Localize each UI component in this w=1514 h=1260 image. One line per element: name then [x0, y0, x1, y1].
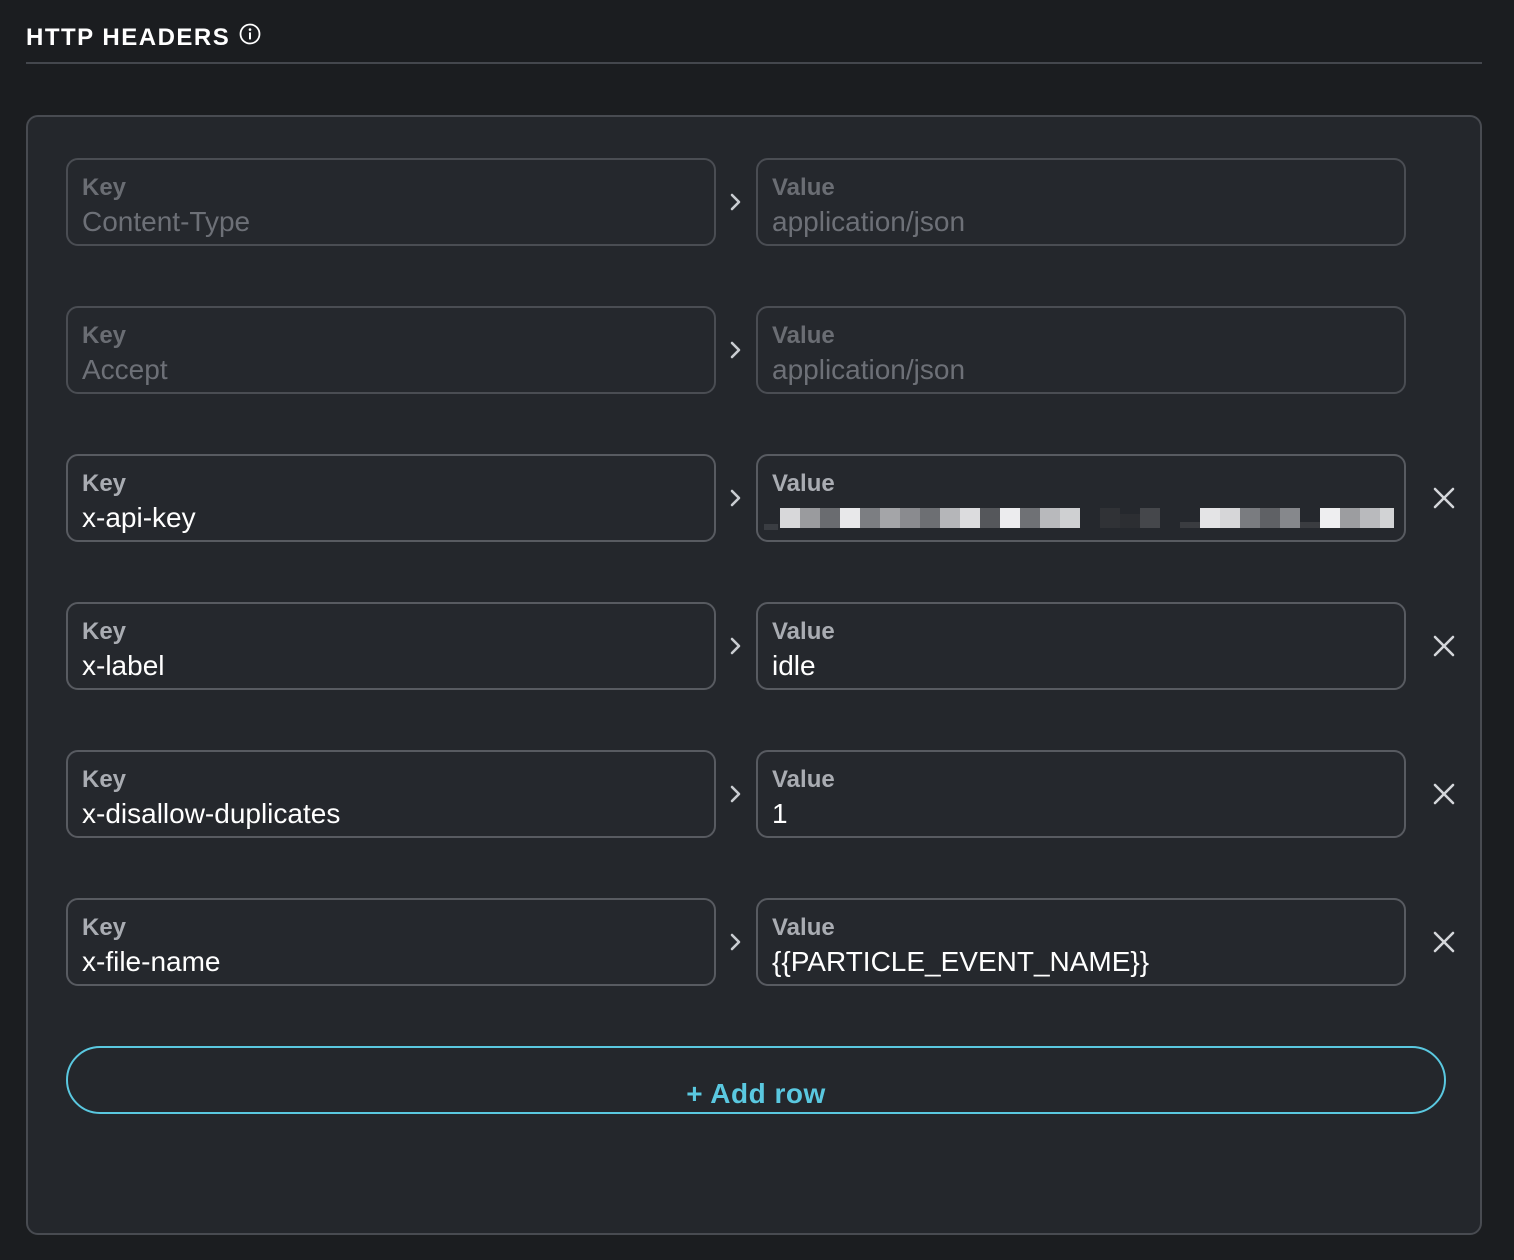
close-icon[interactable] — [1428, 630, 1460, 662]
header-row: Key x-file-name Value {{PARTICLE_EVENT_N… — [66, 898, 1466, 986]
header-key-input[interactable]: x-disallow-duplicates — [82, 798, 340, 830]
header-key-input[interactable]: x-label — [82, 650, 164, 682]
header-key-field[interactable]: Key x-label — [66, 602, 716, 690]
value-label: Value — [772, 470, 835, 497]
header-row: Key x-api-key Value — [66, 454, 1466, 542]
chevron-right-icon — [730, 193, 741, 211]
header-row: Key Accept Value application/json — [66, 306, 1466, 394]
header-key-field[interactable]: Key Accept — [66, 306, 716, 394]
section-header: HTTP HEADERS — [26, 0, 1482, 64]
headers-panel: Key Content-Type Value application/json … — [26, 115, 1482, 1235]
close-icon[interactable] — [1428, 926, 1460, 958]
header-key-field[interactable]: Key x-file-name — [66, 898, 716, 986]
header-value-input[interactable]: idle — [772, 650, 816, 682]
header-value-input[interactable]: {{PARTICLE_EVENT_NAME}} — [772, 946, 1149, 978]
header-key-field[interactable]: Key x-disallow-duplicates — [66, 750, 716, 838]
header-row: Key x-disallow-duplicates Value 1 — [66, 750, 1466, 838]
header-key-input[interactable]: Content-Type — [82, 206, 250, 238]
header-value-input[interactable]: application/json — [772, 206, 965, 238]
key-label: Key — [82, 174, 127, 201]
value-label: Value — [772, 174, 835, 201]
value-label: Value — [772, 322, 835, 349]
header-key-input[interactable]: x-api-key — [82, 502, 196, 534]
key-label: Key — [82, 322, 127, 349]
header-value-input[interactable]: 1 — [772, 798, 788, 830]
masked-value[interactable] — [764, 506, 1394, 532]
header-key-field[interactable]: Key x-api-key — [66, 454, 716, 542]
key-label: Key — [82, 914, 127, 941]
header-row: Key Content-Type Value application/json — [66, 158, 1466, 246]
section-title: HTTP HEADERS — [26, 24, 231, 51]
value-label: Value — [772, 618, 835, 645]
header-key-input[interactable]: x-file-name — [82, 946, 220, 978]
header-row: Key x-label Value idle — [66, 602, 1466, 690]
info-icon[interactable] — [238, 22, 262, 46]
close-icon[interactable] — [1428, 778, 1460, 810]
header-value-field[interactable]: Value idle — [756, 602, 1406, 690]
key-label: Key — [82, 470, 127, 497]
header-value-field[interactable]: Value application/json — [756, 306, 1406, 394]
header-value-field[interactable]: Value {{PARTICLE_EVENT_NAME}} — [756, 898, 1406, 986]
chevron-right-icon — [730, 933, 741, 951]
key-label: Key — [82, 766, 127, 793]
chevron-right-icon — [730, 489, 741, 507]
value-label: Value — [772, 766, 835, 793]
value-label: Value — [772, 914, 835, 941]
chevron-right-icon — [730, 341, 741, 359]
header-key-field[interactable]: Key Content-Type — [66, 158, 716, 246]
key-label: Key — [82, 618, 127, 645]
chevron-right-icon — [730, 785, 741, 803]
header-value-field[interactable]: Value application/json — [756, 158, 1406, 246]
header-value-input[interactable]: application/json — [772, 354, 965, 386]
header-key-input[interactable]: Accept — [82, 354, 168, 386]
close-icon[interactable] — [1428, 482, 1460, 514]
add-row-button[interactable]: + Add row — [66, 1046, 1446, 1114]
header-value-field[interactable]: Value — [756, 454, 1406, 542]
header-value-field[interactable]: Value 1 — [756, 750, 1406, 838]
chevron-right-icon — [730, 637, 741, 655]
